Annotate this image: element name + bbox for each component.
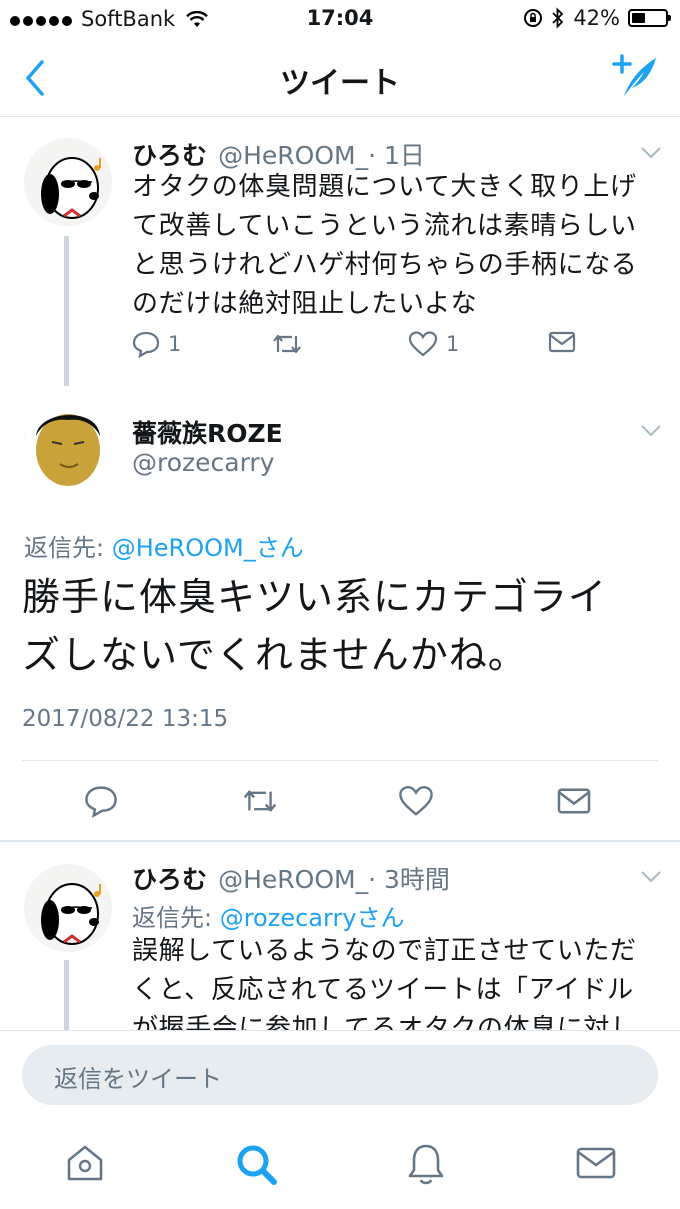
tweet[interactable]: ひろむ @HeROOM_· 1日 オタクの体臭問題について大きく取り上げ て改善… bbox=[0, 118, 680, 388]
battery-percent: 42% bbox=[573, 6, 620, 30]
focused-tweet: 薔薇族ROZE @rozecarry 返信先: @HeROOM_さん 勝手に体臭… bbox=[0, 388, 680, 840]
tab-home[interactable] bbox=[64, 1142, 106, 1188]
avatar[interactable] bbox=[24, 138, 112, 226]
reply-to-mention[interactable]: @rozecarryさん bbox=[220, 904, 405, 932]
author-name[interactable]: ひろむ bbox=[132, 865, 207, 894]
compose-tweet-icon bbox=[612, 54, 656, 96]
author-handle[interactable]: @HeROOM_ bbox=[218, 865, 368, 894]
thread-line bbox=[64, 960, 69, 1030]
tweet-text-line: ズしないでくれませんかね。 bbox=[22, 633, 527, 677]
heart-icon bbox=[408, 331, 438, 357]
reply-to-line: 返信先: @HeROOM_さん bbox=[24, 528, 304, 563]
reply-input[interactable]: 返信をツイート bbox=[22, 1045, 658, 1105]
bluetooth-icon bbox=[552, 7, 564, 29]
home-icon bbox=[67, 1145, 103, 1181]
reply-input-placeholder: 返信をツイート bbox=[54, 1065, 222, 1093]
tweet-text: 誤解しているようなので訂正させていただ くと、反応されてるツイートは「アイドル … bbox=[132, 932, 652, 1030]
tweet-time: · 3時間 bbox=[368, 865, 450, 894]
tweet-time: · 1日 bbox=[368, 141, 425, 170]
tweet-text: 勝手に体臭キツい系にカテゴライ ズしないでくれませんかね。 bbox=[22, 568, 662, 684]
tab-search[interactable] bbox=[234, 1142, 278, 1190]
tweet[interactable]: ひろむ @HeROOM_· 3時間 返信先: @rozecarryさん 誤解して… bbox=[0, 842, 680, 1030]
reply-count: 1 bbox=[168, 332, 182, 356]
avatar[interactable] bbox=[24, 864, 112, 952]
tweet-timestamp: 2017/08/22 13:15 bbox=[22, 706, 229, 732]
avatar[interactable] bbox=[24, 398, 112, 486]
tweet-text-line: が握手会に参加してるオタクの体臭に対し bbox=[132, 1014, 637, 1030]
reply-to-line: 返信先: @rozecarryさん bbox=[132, 898, 405, 933]
reply-button[interactable]: 1 bbox=[132, 330, 181, 358]
author-handle[interactable]: @rozecarry bbox=[132, 448, 275, 477]
navigation-bar: ツイート bbox=[0, 40, 680, 117]
tab-bar bbox=[0, 1124, 680, 1209]
search-icon bbox=[237, 1145, 277, 1185]
tab-notifications[interactable] bbox=[406, 1142, 446, 1190]
like-button[interactable]: 1 bbox=[408, 330, 459, 358]
reply-to-label: 返信先: bbox=[132, 904, 220, 932]
reply-to-label: 返信先: bbox=[24, 534, 112, 562]
snoopy-avatar-icon bbox=[24, 138, 112, 226]
tweet-text-line: と思うけれどハゲ村何ちゃらの手柄になる bbox=[132, 250, 638, 280]
orientation-lock-icon bbox=[524, 9, 543, 27]
author-name[interactable]: 薔薇族ROZE bbox=[132, 414, 283, 450]
tweet-text-line: 勝手に体臭キツい系にカテゴライ bbox=[22, 575, 608, 619]
chevron-down-icon[interactable] bbox=[640, 424, 662, 438]
status-bar: SoftBank 17:04 42% bbox=[0, 0, 680, 40]
tweet-text-line: て改善していこうという流れは素晴らしい bbox=[132, 211, 637, 241]
like-button[interactable] bbox=[398, 784, 434, 818]
dm-button[interactable] bbox=[556, 786, 592, 816]
tweet-text-line: オタクの体臭問題について大きく取り上げ bbox=[132, 172, 637, 202]
dm-button[interactable] bbox=[548, 330, 576, 354]
notifications-icon bbox=[408, 1144, 444, 1185]
tweet-text: オタクの体臭問題について大きく取り上げ て改善していこうという流れは素晴らしい … bbox=[132, 168, 652, 324]
thread-line bbox=[64, 236, 69, 386]
author-handle[interactable]: @HeROOM_ bbox=[218, 141, 368, 170]
portrait-avatar-icon bbox=[24, 398, 112, 486]
page-title: ツイート bbox=[280, 66, 400, 101]
messages-icon bbox=[576, 1147, 616, 1179]
tweet-text-line: のだけは絶対阻止したいよな bbox=[132, 289, 478, 319]
reply-icon bbox=[85, 786, 117, 818]
reply-icon bbox=[132, 331, 160, 358]
status-right: 42% bbox=[523, 6, 671, 30]
retweet-button[interactable] bbox=[240, 784, 280, 818]
tweet-text-line: くと、反応されてるツイートは「アイドル bbox=[132, 975, 634, 1005]
chevron-down-icon[interactable] bbox=[640, 146, 662, 160]
envelope-icon bbox=[548, 331, 576, 353]
chevron-down-icon[interactable] bbox=[640, 870, 662, 884]
divider bbox=[22, 760, 658, 761]
tab-messages[interactable] bbox=[576, 1146, 616, 1184]
battery-icon bbox=[628, 9, 671, 27]
tweet-header: ひろむ @HeROOM_· 1日 bbox=[132, 136, 425, 172]
compose-button[interactable] bbox=[612, 54, 658, 102]
retweet-icon bbox=[243, 790, 277, 812]
snoopy-avatar-icon bbox=[24, 864, 112, 952]
retweet-icon bbox=[273, 334, 301, 354]
like-count: 1 bbox=[446, 332, 460, 356]
heart-icon bbox=[399, 785, 433, 816]
envelope-icon bbox=[557, 788, 591, 814]
tweet-text-line: 誤解しているようなので訂正させていただ bbox=[132, 936, 637, 966]
tweet-header: ひろむ @HeROOM_· 3時間 bbox=[132, 860, 450, 896]
reply-button[interactable] bbox=[84, 784, 118, 818]
reply-to-mention[interactable]: @HeROOM_さん bbox=[112, 534, 304, 562]
retweet-button[interactable] bbox=[270, 330, 304, 358]
reply-composer-bar: 返信をツイート bbox=[0, 1030, 680, 1125]
author-name[interactable]: ひろむ bbox=[132, 141, 207, 170]
